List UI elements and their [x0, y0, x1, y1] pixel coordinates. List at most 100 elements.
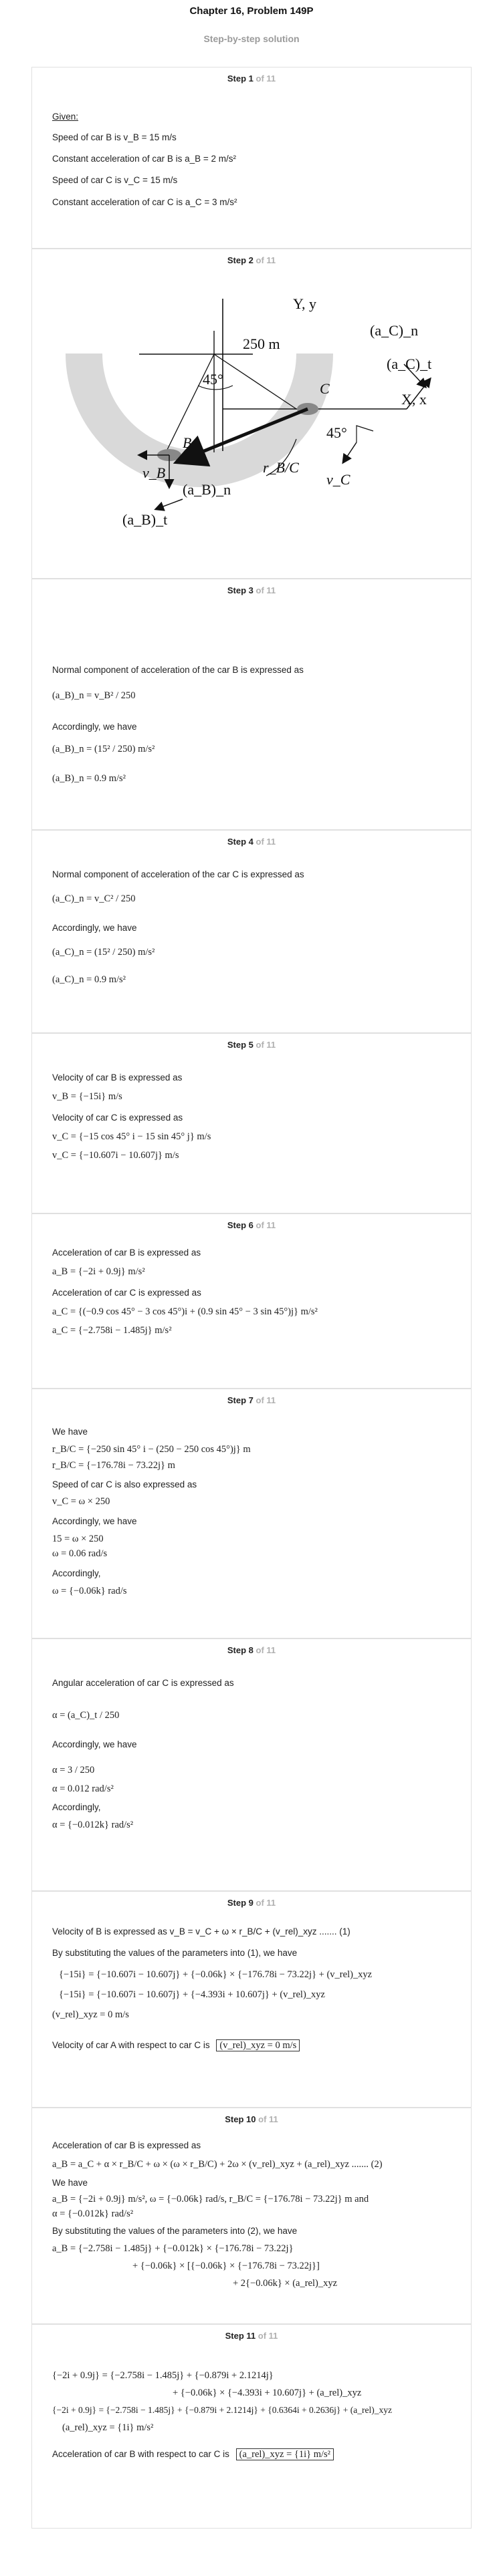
step-11-card: Step 11 of 11 {−2i + 0.9j} = {−2.758i − …	[31, 2324, 472, 2529]
step-header: Step 9 of 11	[227, 1898, 276, 1908]
formula: a_B = {−2.758i − 1.485j} + {−0.012k} × {…	[52, 2243, 294, 2254]
formula: ω = 0.06 rad/s	[52, 1548, 108, 1559]
step-header: Step 10 of 11	[225, 2114, 278, 2124]
given-line-3: Speed of car C is v_C = 15 m/s	[52, 175, 178, 185]
step-1-card: Step 1 of 11 Given: Speed of car B is v_…	[31, 67, 472, 249]
formula: α = 3 / 250	[52, 1765, 95, 1775]
step-9-card: Step 9 of 11 Velocity of B is expressed …	[31, 1891, 472, 2108]
step-10-card: Step 10 of 11 Acceleration of car B is e…	[31, 2108, 472, 2324]
formula: (a_B)_n = 0.9 m/s²	[52, 773, 126, 784]
text-line: Acceleration of car B is expressed as	[52, 1248, 201, 1258]
text-line: Accordingly,	[52, 1568, 101, 1578]
formula: v_C = {−15 cos 45° i − 15 sin 45° j} m/s	[52, 1131, 211, 1142]
label-x: X, x	[401, 391, 427, 408]
step-header: Step 5 of 11	[227, 1040, 276, 1050]
formula: (a_C)_n = v_C² / 250	[52, 893, 136, 904]
label-45-c: 45°	[326, 424, 347, 441]
text-line: Accordingly,	[52, 1802, 101, 1812]
formula: ω = {−0.06k} rad/s	[52, 1586, 127, 1596]
page-title: Chapter 16, Problem 149P	[189, 5, 314, 17]
vc-arrow	[342, 442, 357, 464]
vc-triangle	[356, 425, 374, 442]
formula: v_C = {−10.607i − 10.607j} m/s	[52, 1150, 179, 1161]
formula: α = 0.012 rad/s²	[52, 1783, 114, 1794]
page-subtitle: Step-by-step solution	[203, 33, 300, 44]
formula: r_B/C = {−176.78i − 73.22j} m	[52, 1460, 175, 1471]
step-header: Step 3 of 11	[227, 585, 276, 595]
label-b: B	[183, 434, 191, 451]
text-line: Acceleration of car B is expressed as	[52, 2140, 201, 2150]
step-6-card: Step 6 of 11 Acceleration of car B is ex…	[31, 1213, 472, 1389]
text-line: Angular acceleration of car C is express…	[52, 1678, 234, 1688]
geometry-diagram: Y, y X, x (a_C)_n (a_C)_t 250 m 45° 45° …	[66, 295, 431, 528]
label-vb: v_B	[142, 464, 165, 481]
formula: {−2i + 0.9j} = {−2.758i − 1.485j} + {−0.…	[52, 2370, 274, 2381]
text-line: Accordingly, we have	[52, 722, 137, 732]
step-7-card: Step 7 of 11 We have r_B/C = {−250 sin 4…	[31, 1389, 472, 1638]
formula: v_B = {−15i} m/s	[52, 1091, 122, 1102]
text-line: Normal component of acceleration of the …	[52, 665, 304, 675]
step-header: Step 11 of 11	[225, 2331, 278, 2341]
step-header: Step 7 of 11	[227, 1395, 276, 1405]
text-line: Velocity of car B is expressed as	[52, 1072, 183, 1083]
step-3-card: Step 3 of 11 Normal component of acceler…	[31, 579, 472, 830]
step-header: Step 8 of 11	[227, 1645, 276, 1655]
given-line-4: Constant acceleration of car C is a_C = …	[52, 197, 237, 207]
formula: a_C = {−2.758i − 1.485j} m/s²	[52, 1325, 172, 1336]
label-ab-t: (a_B)_t	[122, 511, 167, 528]
formula: (a_C)_n = (15² / 250) m/s²	[52, 947, 155, 958]
formula: a_B = {−2i + 0.9j} m/s²	[52, 1266, 145, 1277]
label-c: C	[320, 380, 330, 397]
formula: (v_rel)_xyz = 0 m/s	[52, 2009, 129, 2020]
formula: α = {−0.012k} rad/s²	[52, 1820, 134, 1830]
formula: a_B = {−2i + 0.9j} m/s², ω = {−0.06k} ra…	[52, 2194, 369, 2204]
formula: + {−0.06k} × [{−0.06k} × {−176.78i − 73.…	[132, 2261, 320, 2271]
label-250m: 250 m	[243, 335, 280, 352]
label-y: Y, y	[293, 295, 316, 312]
text-line: Normal component of acceleration of the …	[52, 869, 304, 879]
label-vc: v_C	[326, 471, 350, 488]
step-8-card: Step 8 of 11 Angular acceleration of car…	[31, 1638, 472, 1891]
step-header: Step 4 of 11	[227, 837, 276, 847]
formula: 15 = ω × 250	[52, 1534, 104, 1544]
formula: α = (a_C)_t / 250	[52, 1710, 120, 1721]
text-line: Accordingly, we have	[52, 923, 137, 933]
formula: r_B/C = {−250 sin 45° i − (250 − 250 cos…	[52, 1444, 251, 1455]
answer-label: Velocity of car A with respect to car C …	[52, 2040, 210, 2050]
answer-label: Acceleration of car B with respect to ca…	[52, 2449, 229, 2459]
text-line: By substituting the values of the parame…	[52, 2226, 298, 2236]
text-line: Acceleration of car C is expressed as	[52, 1288, 201, 1298]
label-ac-t: (a_C)_t	[387, 355, 431, 372]
label-ac-n: (a_C)_n	[370, 322, 418, 339]
label-ab-n: (a_B)_n	[183, 481, 231, 498]
formula: {−15i} = {−10.607i − 10.607j} + {−0.06k}…	[59, 1969, 373, 1980]
step-5-card: Step 5 of 11 Velocity of car B is expres…	[31, 1033, 472, 1213]
step-header: Step 6 of 11	[227, 1220, 276, 1230]
ab-t-arrow	[154, 498, 183, 511]
step-2-card: Step 2 of 11 Y, y X, x (a_C)_n (a_C)_t 2…	[31, 249, 472, 579]
given-line-1: Speed of car B is v_B = 15 m/s	[52, 132, 177, 142]
formula: {−2i + 0.9j} = {−2.758i − 1.485j} + {−0.…	[52, 2405, 392, 2415]
text-line: We have	[52, 2178, 88, 2188]
solution-page: Chapter 16, Problem 149P Step-by-step so…	[0, 0, 503, 2576]
text-line: Acceleration of car B with respect to ca…	[52, 2448, 334, 2460]
answer-box: (a_rel)_xyz = {1i} m/s²	[235, 2448, 334, 2460]
text-line: Accordingly, we have	[52, 1739, 137, 1749]
text-line: We have	[52, 1427, 88, 1437]
formula: {−15i} = {−10.607i − 10.607j} + {−4.393i…	[59, 1989, 325, 2000]
answer-box: (v_rel)_xyz = 0 m/s	[216, 2039, 300, 2051]
text-line: By substituting the values of the parame…	[52, 1948, 298, 1958]
label-rbc: r_B/C	[263, 459, 299, 476]
formula: α = {−0.012k} rad/s²	[52, 2208, 134, 2219]
radius-line-c	[213, 353, 297, 410]
text-line: Accordingly, we have	[52, 1516, 137, 1526]
formula: + {−0.06k} × {−4.393i + 10.607j} + (a_re…	[173, 2388, 362, 2398]
text-line: Speed of car C is also expressed as	[52, 1479, 197, 1489]
formula: (a_B)_n = (15² / 250) m/s²	[52, 744, 155, 754]
text-line: Velocity of B is expressed as v_B = v_C …	[52, 1926, 350, 1937]
step-header: Step 1 of 11	[227, 74, 276, 84]
step-4-card: Step 4 of 11 Normal component of acceler…	[31, 830, 472, 1033]
formula: (a_rel)_xyz = {1i} m/s²	[62, 2422, 154, 2433]
formula: a_B = a_C + α × r_B/C + ω × (ω × r_B/C) …	[52, 2159, 383, 2170]
formula: (a_C)_n = 0.9 m/s²	[52, 974, 126, 985]
